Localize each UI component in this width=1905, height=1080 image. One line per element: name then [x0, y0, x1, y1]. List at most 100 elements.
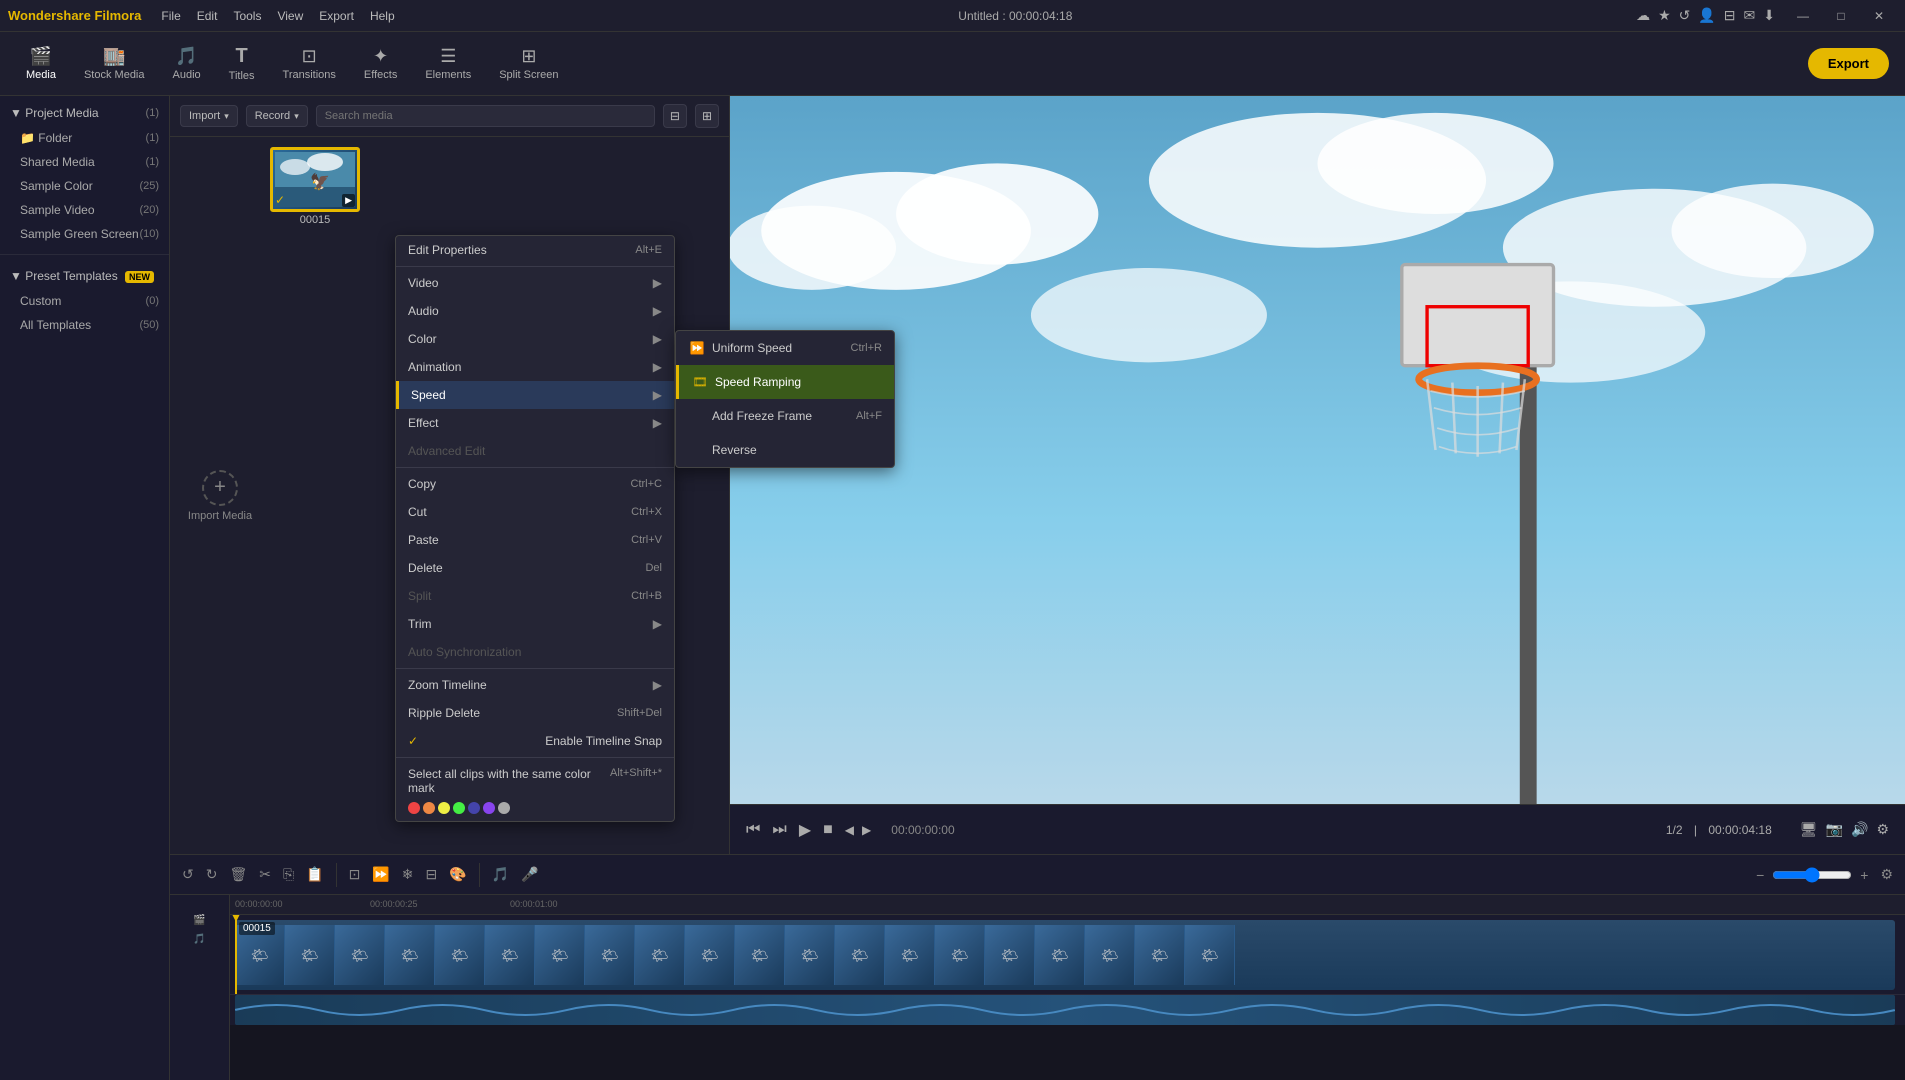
video-clip[interactable]: 🌤 🌤 🌤 🌤 🌤 🌤 🌤 🌤 🌤 🌤 🌤 [235, 920, 1895, 990]
ctx-ripple-delete[interactable]: Ripple Delete Shift+Del [396, 699, 674, 727]
color-dot-gray[interactable] [498, 802, 510, 814]
menu-tools[interactable]: Tools [233, 9, 261, 23]
menu-view[interactable]: View [277, 9, 303, 23]
ctx-delete[interactable]: Delete Del [396, 554, 674, 582]
play-button[interactable]: ▶ [799, 820, 811, 840]
ctx-video[interactable]: Video ▶ [396, 269, 674, 297]
speed-button[interactable]: ⏩ [368, 862, 393, 887]
ctx-zoom-timeline[interactable]: Zoom Timeline ▶ [396, 671, 674, 699]
freeze-frame-shortcut: Alt+F [856, 410, 882, 422]
cut-button[interactable]: ✂ [255, 862, 275, 887]
minimize-button[interactable]: — [1785, 0, 1821, 32]
sidebar-item-sample-video[interactable]: Sample Video (20) [0, 198, 169, 222]
maximize-button[interactable]: □ [1823, 0, 1859, 32]
download-icon[interactable]: ⬇ [1763, 7, 1775, 24]
notification-icon[interactable]: ★ [1658, 7, 1671, 24]
sidebar-item-sample-color[interactable]: Sample Color (25) [0, 174, 169, 198]
menu-export[interactable]: Export [319, 9, 354, 23]
color-dot-yellow[interactable] [438, 802, 450, 814]
color-dot-purple[interactable] [483, 802, 495, 814]
menu-file[interactable]: File [161, 9, 180, 23]
grid-button[interactable]: ⊞ [695, 104, 719, 128]
record-button[interactable]: Record ▾ [246, 105, 308, 127]
zoom-out-button[interactable]: − [1752, 863, 1768, 887]
filter-button[interactable]: ⊟ [663, 104, 687, 128]
settings-btn[interactable]: ⚙ [1876, 862, 1897, 887]
import-button[interactable]: Import ▾ [180, 105, 238, 127]
speed-item-reverse[interactable]: Reverse [676, 433, 894, 467]
message-icon[interactable]: ✉ [1744, 7, 1756, 24]
project-media-header[interactable]: ▼ Project Media (1) [0, 100, 169, 126]
audio-duck-button[interactable]: 🎵 [488, 862, 513, 887]
search-input[interactable] [316, 105, 655, 127]
ctx-speed-arrow: ▶ [653, 388, 662, 402]
prev-frame-icon[interactable]: ◀ [845, 823, 854, 837]
import-media-area[interactable]: + Import Media [180, 147, 260, 844]
copy-button[interactable]: ⎘ [279, 862, 298, 887]
voice-button[interactable]: 🎤 [517, 862, 542, 887]
speed-item-uniform[interactable]: ⏩ Uniform Speed Ctrl+R [676, 331, 894, 365]
user-icon[interactable]: 👤 [1698, 7, 1715, 24]
menu-edit[interactable]: Edit [197, 9, 218, 23]
ctx-paste[interactable]: Paste Ctrl+V [396, 526, 674, 554]
camera-icon[interactable]: 📷 [1826, 821, 1843, 838]
zoom-in-button[interactable]: + [1856, 863, 1872, 887]
sidebar-item-all-templates[interactable]: All Templates (50) [0, 313, 169, 337]
color-dot-green[interactable] [453, 802, 465, 814]
color-dot-red[interactable] [408, 802, 420, 814]
color-dot-blue[interactable] [468, 802, 480, 814]
toolbar-audio[interactable]: 🎵 Audio [163, 42, 211, 85]
next-frame-icon[interactable]: ▶ [862, 823, 871, 837]
color-dot-orange[interactable] [423, 802, 435, 814]
ctx-select-color[interactable]: Select all clips with the same color mar… [396, 760, 674, 821]
volume-icon[interactable]: 🔊 [1851, 821, 1868, 838]
preset-templates-header[interactable]: ▼ Preset Templates NEW [0, 263, 169, 289]
toolbar-media[interactable]: 🎬 Media [16, 42, 66, 85]
ctx-copy[interactable]: Copy Ctrl+C [396, 470, 674, 498]
speed-item-freeze[interactable]: Add Freeze Frame Alt+F [676, 399, 894, 433]
media-thumbnail-00015[interactable]: 🦅 ▶ ✓ 00015 [270, 147, 360, 844]
sidebar-item-custom[interactable]: Custom (0) [0, 289, 169, 313]
sync-icon[interactable]: ↺ [1679, 7, 1691, 24]
freeze-button[interactable]: ❄ [398, 862, 418, 887]
step-back-button[interactable]: ⏭ [772, 821, 786, 839]
sidebar-item-shared-media[interactable]: Shared Media (1) [0, 150, 169, 174]
ctx-color[interactable]: Color ▶ [396, 325, 674, 353]
windows-icon[interactable]: ⊟ [1724, 7, 1736, 24]
toolbar-split-screen[interactable]: ⊞ Split Screen [489, 42, 568, 85]
export-button[interactable]: Export [1808, 48, 1889, 79]
toolbar-titles-label: Titles [229, 70, 255, 82]
sidebar-item-folder[interactable]: 📁 Folder (1) [0, 126, 169, 150]
speed-item-ramping[interactable]: 🎞 Speed Ramping [676, 365, 894, 399]
cloud-icon[interactable]: ☁ [1636, 7, 1650, 24]
color-button[interactable]: 🎨 [445, 862, 470, 887]
sidebar-item-sample-green[interactable]: Sample Green Screen (10) [0, 222, 169, 246]
ctx-effect[interactable]: Effect ▶ [396, 409, 674, 437]
split-button[interactable]: ⊟ [422, 862, 442, 887]
ctx-speed[interactable]: Speed ▶ [396, 381, 674, 409]
monitor-icon[interactable]: 🖥 [1800, 821, 1818, 838]
ctx-enable-snap[interactable]: ✓ Enable Timeline Snap [396, 727, 674, 755]
zoom-slider[interactable] [1772, 867, 1852, 883]
delete-button[interactable]: 🗑 [225, 862, 251, 887]
close-button[interactable]: ✕ [1861, 0, 1897, 32]
jump-start-button[interactable]: ⏮ [746, 821, 760, 839]
undo-button[interactable]: ↺ [178, 862, 198, 887]
ctx-trim[interactable]: Trim ▶ [396, 610, 674, 638]
toolbar-elements[interactable]: ☰ Elements [415, 42, 481, 85]
toolbar-titles[interactable]: T Titles [219, 41, 265, 86]
ctx-animation[interactable]: Animation ▶ [396, 353, 674, 381]
toolbar-effects[interactable]: ✦ Effects [354, 42, 407, 85]
toolbar-stock-media[interactable]: 🏬 Stock Media [74, 42, 155, 85]
ctx-cut[interactable]: Cut Ctrl+X [396, 498, 674, 526]
stop-button[interactable]: ■ [823, 821, 833, 839]
ctx-edit-properties[interactable]: Edit Properties Alt+E [396, 236, 674, 264]
crop-button[interactable]: ⊡ [345, 862, 365, 887]
paste-button[interactable]: 📋 [302, 862, 327, 887]
settings-icon[interactable]: ⚙ [1876, 821, 1889, 838]
current-time: 00:00:00:00 [891, 823, 954, 837]
ctx-audio[interactable]: Audio ▶ [396, 297, 674, 325]
menu-help[interactable]: Help [370, 9, 395, 23]
toolbar-transitions[interactable]: ⊡ Transitions [273, 42, 346, 85]
redo-button[interactable]: ↻ [202, 862, 222, 887]
